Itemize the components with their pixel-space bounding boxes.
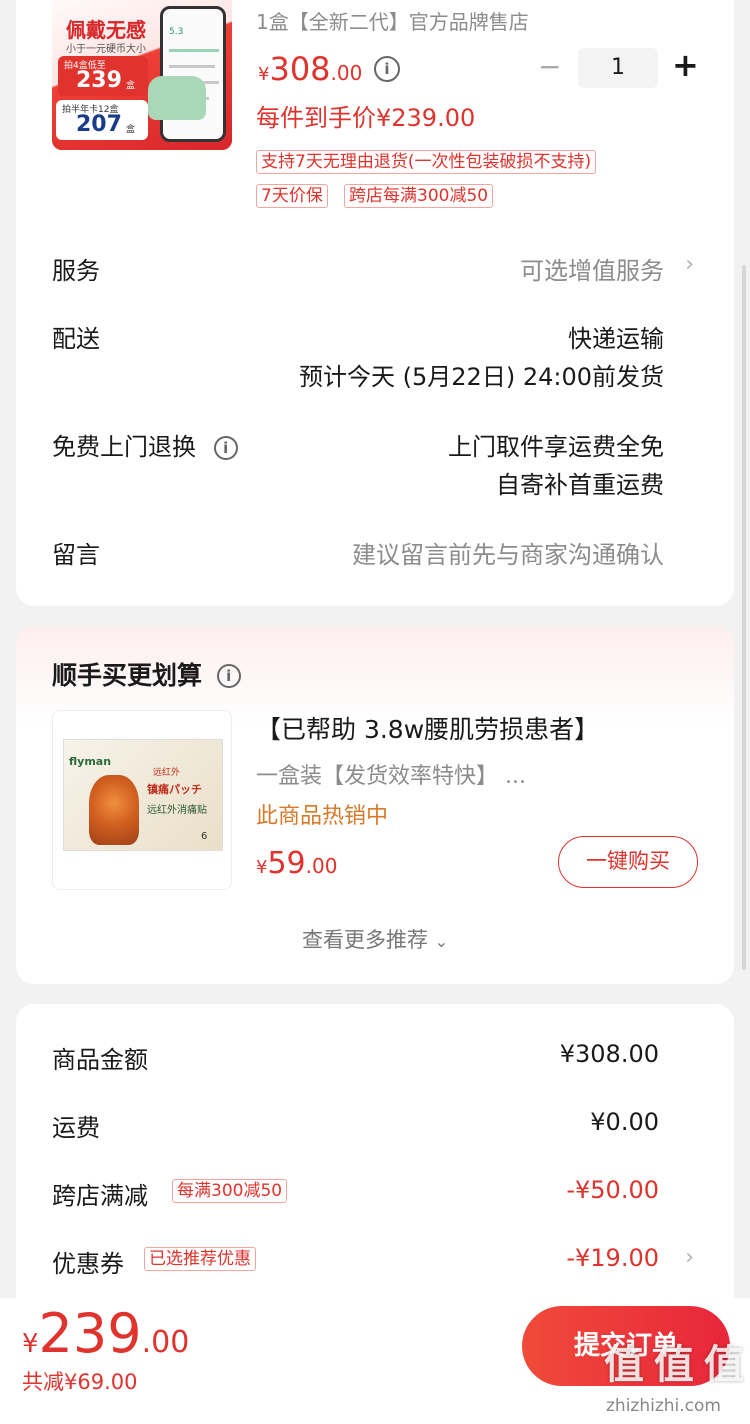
chevron-down-icon: ⌄ [434, 932, 449, 951]
thumb-banner-text: 佩戴无感 [66, 18, 146, 42]
coupon-label: 优惠券 [52, 1250, 124, 1278]
thumb-count: 6 [201, 831, 208, 842]
product-thumbnail[interactable]: 佩戴无感 小于一元硬币大小 5.3 拍4盒低至 239 盒 拍半年卡12盒 20… [52, 0, 232, 150]
total-price: ¥239.00 [22, 1302, 190, 1365]
bottom-bar: ¥239.00 共减¥69.00 提交订单 值 值 值 zhizhizhi.co… [0, 1298, 750, 1424]
quick-buy-button[interactable]: 一键购买 [558, 836, 698, 888]
thumb-banner-sub: 小于一元硬币大小 [66, 44, 146, 55]
recommend-item-thumbnail[interactable]: flyman 远红外 镇痛パッチ 远红外消痛贴 6 [52, 710, 232, 890]
thumb-phone: 5.3 [160, 6, 226, 142]
price-info-icon[interactable]: i [374, 56, 400, 82]
product-price: ¥308.00 [258, 50, 363, 88]
thumb-brand: flyman [69, 755, 112, 768]
thumb-screen-value: 5.3 [169, 27, 184, 37]
returns-line-2: 自寄补首重运费 [496, 471, 664, 499]
cross-store-summary-tag: 每满300减50 [172, 1179, 288, 1203]
recommend-item-title[interactable]: 【已帮助 3.8w腰肌劳损患者】 [256, 710, 599, 746]
thumb-promo-2: 拍半年卡12盒 207 盒 [56, 100, 148, 140]
recommend-item-price: ¥59.00 [256, 846, 338, 881]
watermark-url: zhizhizhi.com [606, 1396, 721, 1416]
cross-store-label: 跨店满减 [52, 1182, 148, 1210]
summary-card: 商品金额 ¥308.00 运费 ¥0.00 跨店满减 每满300减50 -¥50… [16, 1004, 734, 1314]
message-label: 留言 [52, 541, 100, 569]
price-protect-tag: 7天价保 [256, 184, 328, 208]
order-options-card: 服务 可选增值服务 › 配送 快递运输 预计今天 (5月22日) 24:00前发… [16, 225, 734, 606]
return-policy-tag: 支持7天无理由退货(一次性包装破损不支持) [256, 150, 597, 174]
product-variant: 1盒【全新二代】官方品牌售店 [256, 10, 529, 34]
recommend-title: 顺手买更划算 i [52, 656, 241, 692]
delivery-label: 配送 [52, 325, 100, 353]
delivery-eta: 预计今天 (5月22日) 24:00前发货 [299, 363, 664, 391]
thumb-text-2: 镇痛パッチ [147, 783, 202, 796]
shipping-value: ¥0.00 [590, 1108, 659, 1136]
coupon-chevron-icon[interactable]: › [685, 1245, 694, 1270]
thumb-text-3: 远红外消痛贴 [147, 805, 207, 816]
product-card: 佩戴无感 小于一元硬币大小 5.3 拍4盒低至 239 盒 拍半年卡12盒 20… [16, 0, 734, 245]
service-label: 服务 [52, 257, 100, 285]
recommend-item-hot: 此商品热销中 [256, 804, 389, 829]
thumb-figure [89, 775, 139, 845]
cross-store-tag: 跨店每满300减50 [344, 184, 494, 208]
shipping-label: 运费 [52, 1114, 100, 1142]
watermark-logo: 值 值 值 [604, 1342, 744, 1388]
delivery-method: 快递运输 [568, 325, 664, 353]
thumb-sensor [148, 76, 206, 120]
coupon-value[interactable]: -¥19.00 [566, 1244, 659, 1272]
service-value[interactable]: 可选增值服务 [520, 251, 664, 286]
quantity-plus-button[interactable]: + [672, 48, 699, 82]
thumb-promo-1: 拍4盒低至 239 盒 [58, 56, 148, 96]
thumb-text-1: 远红外 [153, 768, 181, 778]
scrollbar[interactable] [742, 265, 746, 970]
subtotal-label: 商品金额 [52, 1046, 148, 1074]
coupon-tag: 已选推荐优惠 [144, 1247, 256, 1271]
returns-line-1: 上门取件享运费全免 [448, 433, 664, 461]
quantity-minus-button[interactable]: − [538, 52, 561, 82]
quantity-input[interactable]: 1 [578, 48, 658, 88]
recommend-info-icon[interactable]: i [216, 664, 241, 688]
returns-info-icon[interactable]: i [213, 436, 238, 460]
cross-store-value: -¥50.00 [566, 1176, 659, 1204]
message-input[interactable]: 建议留言前先与商家沟通确认 [352, 535, 664, 570]
service-chevron-icon[interactable]: › [685, 252, 694, 277]
returns-label: 免费上门退换 i [52, 427, 238, 462]
more-recommend-link[interactable]: 查看更多推荐 ⌄ [16, 924, 734, 954]
recommend-card: 顺手买更划算 i flyman 远红外 镇痛パッチ 远红外消痛贴 6 【已帮助 … [16, 626, 734, 984]
total-discount: 共减¥69.00 [22, 1370, 138, 1394]
subtotal-value: ¥308.00 [559, 1040, 659, 1068]
final-price: 每件到手价¥239.00 [256, 104, 476, 132]
recommend-item-subtitle: 一盒装【发货效率特快】 ... [256, 764, 526, 789]
